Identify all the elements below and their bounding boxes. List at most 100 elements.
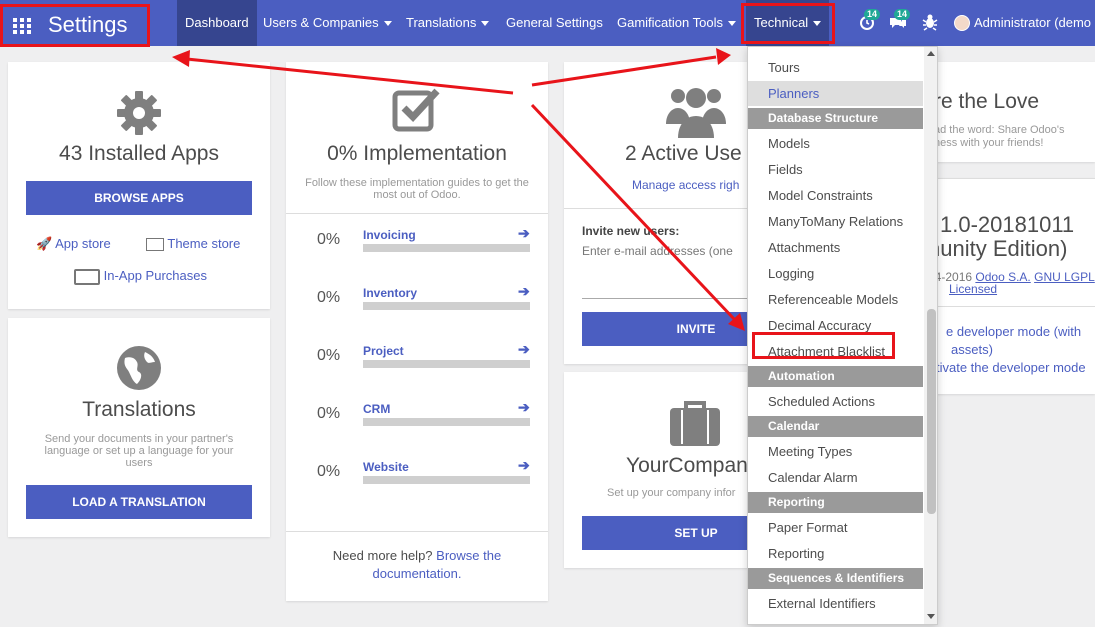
- activate-dev-mode-assets-link[interactable]: e developer mode (with: [946, 324, 1081, 339]
- implementation-title: 0% Implementation: [327, 142, 507, 165]
- share-love-card: re the Love ad the word: Share Odoo's ne…: [920, 62, 1095, 162]
- licensed-link[interactable]: Licensed: [949, 282, 997, 296]
- menu-item-scheduled-actions[interactable]: Scheduled Actions: [748, 389, 923, 414]
- bug-icon: [922, 14, 938, 31]
- progress-row-project[interactable]: 0% Project ➔: [286, 331, 548, 389]
- active-users-title: 2 Active Use: [625, 142, 742, 165]
- progress-row-website[interactable]: 0% Website ➔: [286, 447, 548, 505]
- menu-item-logging[interactable]: Logging: [748, 261, 923, 286]
- briefcase-icon: [670, 401, 720, 446]
- user-name: Administrator (demo: [974, 15, 1092, 30]
- menu-gamification-tools[interactable]: Gamification Tools: [609, 0, 744, 46]
- in-app-purchases-link[interactable]: In-App Purchases: [74, 268, 207, 285]
- messages-button[interactable]: 14: [888, 9, 911, 32]
- arrow-right-icon[interactable]: ➔: [518, 457, 530, 474]
- scroll-down-icon[interactable]: [927, 614, 935, 619]
- annotation-box-settings: [0, 4, 150, 47]
- menu-item-models[interactable]: Models: [748, 131, 923, 156]
- arrow-right-icon[interactable]: ➔: [518, 283, 530, 300]
- divider: [920, 178, 1095, 179]
- implementation-card: 0% Implementation Follow these implement…: [286, 62, 548, 601]
- checkbox-icon: [392, 88, 440, 132]
- progress-bar: [363, 302, 530, 310]
- menu-section-database-structure: Database Structure: [748, 108, 923, 129]
- installed-apps-card: 43 Installed Apps BROWSE APPS 🚀 App stor…: [8, 62, 270, 309]
- progress-row-inventory[interactable]: 0% Inventory ➔: [286, 273, 548, 331]
- manage-access-link[interactable]: Manage access righ: [632, 178, 739, 192]
- progress-bar: [363, 476, 530, 484]
- invite-email-input[interactable]: Enter e-mail addresses (one: [582, 244, 748, 299]
- users-icon: [666, 88, 726, 138]
- license-link[interactable]: GNU LGPL: [1034, 270, 1095, 284]
- company-title: YourCompan: [626, 454, 748, 477]
- invite-label: Invite new users:: [582, 224, 680, 238]
- top-navbar: Settings Dashboard Users & Companies Tra…: [0, 0, 1095, 46]
- globe-icon: [117, 346, 161, 390]
- menu-item-sequences[interactable]: Sequences: [748, 617, 923, 624]
- avatar: [954, 15, 970, 31]
- setup-company-button[interactable]: SET UP: [582, 516, 748, 550]
- menu-item-tours[interactable]: Tours: [748, 55, 923, 80]
- company-subtitle: Set up your company infor: [607, 487, 736, 499]
- menu-item-referenceable-models[interactable]: Referenceable Models: [748, 287, 923, 312]
- menu-users-companies[interactable]: Users & Companies: [255, 0, 400, 46]
- arrow-right-icon[interactable]: ➔: [518, 341, 530, 358]
- translations-card: Translations Send your documents in your…: [8, 318, 270, 537]
- scroll-up-icon[interactable]: [927, 51, 935, 56]
- implementation-subtitle: Follow these implementation guides to ge…: [305, 177, 529, 201]
- invite-button[interactable]: INVITE: [582, 312, 748, 346]
- theme-store-link[interactable]: Theme store: [146, 236, 240, 252]
- menu-item-meeting-types[interactable]: Meeting Types: [748, 439, 923, 464]
- installed-apps-title: 43 Installed Apps: [59, 142, 219, 165]
- active-users-card: 2 Active Use Manage access righ Invite n…: [564, 62, 748, 364]
- arrow-right-icon[interactable]: ➔: [518, 399, 530, 416]
- debug-button[interactable]: [921, 12, 941, 32]
- translations-description: Send your documents in your partner's la…: [44, 433, 234, 469]
- menu-section-calendar: Calendar: [748, 416, 923, 437]
- menu-general-settings[interactable]: General Settings: [498, 0, 611, 46]
- menu-section-automation: Automation: [748, 366, 923, 387]
- divider: [286, 213, 548, 214]
- picture-icon: [146, 238, 164, 252]
- menu-item-paper-format[interactable]: Paper Format: [748, 515, 923, 540]
- scroll-thumb[interactable]: [927, 309, 936, 514]
- menu-dashboard[interactable]: Dashboard: [177, 0, 257, 46]
- version-number: 1.0-20181011: [940, 212, 1075, 237]
- progress-row-invoicing[interactable]: 0% Invoicing ➔: [286, 215, 548, 273]
- share-title: re the Love: [934, 90, 1040, 113]
- annotation-box-technical: [741, 3, 835, 44]
- caret-down-icon: [481, 21, 490, 27]
- menu-item-planners[interactable]: Planners: [748, 81, 923, 106]
- menu-item-manytomany-relations[interactable]: ManyToMany Relations: [748, 209, 923, 234]
- arrow-right-icon[interactable]: ➔: [518, 225, 530, 242]
- activity-button[interactable]: 14: [858, 9, 881, 32]
- version-card: 1.0-20181011 nunity Edition) 04-2016 Odo…: [920, 178, 1095, 394]
- money-icon: [74, 268, 100, 285]
- load-translation-button[interactable]: LOAD A TRANSLATION: [26, 485, 252, 519]
- menu-item-reporting[interactable]: Reporting: [748, 541, 923, 566]
- progress-row-crm[interactable]: 0% CRM ➔: [286, 389, 548, 447]
- share-line-1: ad the word: Share Odoo's: [934, 124, 1065, 136]
- messages-badge: 14: [894, 9, 911, 20]
- menu-scrollbar[interactable]: [924, 47, 937, 624]
- version-edition: nunity Edition): [928, 236, 1068, 261]
- menu-item-attachments[interactable]: Attachments: [748, 235, 923, 260]
- app-store-link[interactable]: 🚀 App store: [36, 236, 111, 252]
- rocket-icon: 🚀: [36, 236, 53, 251]
- translations-title: Translations: [82, 398, 196, 421]
- caret-down-icon: [727, 21, 736, 27]
- menu-item-calendar-alarm[interactable]: Calendar Alarm: [748, 465, 923, 490]
- progress-bar: [363, 418, 530, 426]
- activate-dev-mode-assets-link-cont[interactable]: assets): [951, 342, 993, 357]
- menu-translations[interactable]: Translations: [398, 0, 497, 46]
- help-text: Need more help? Browse the documentation…: [332, 548, 502, 581]
- activate-dev-mode-link[interactable]: tivate the developer mode: [936, 360, 1086, 375]
- menu-item-fields[interactable]: Fields: [748, 157, 923, 182]
- menu-item-external-identifiers[interactable]: External Identifiers: [748, 591, 923, 616]
- divider: [564, 208, 748, 209]
- menu-item-model-constraints[interactable]: Model Constraints: [748, 183, 923, 208]
- company-card: YourCompan Set up your company infor SET…: [564, 372, 748, 568]
- user-menu[interactable]: Administrator (demo: [954, 0, 1091, 46]
- browse-apps-button[interactable]: BROWSE APPS: [26, 181, 252, 215]
- activity-badge: 14: [864, 9, 881, 20]
